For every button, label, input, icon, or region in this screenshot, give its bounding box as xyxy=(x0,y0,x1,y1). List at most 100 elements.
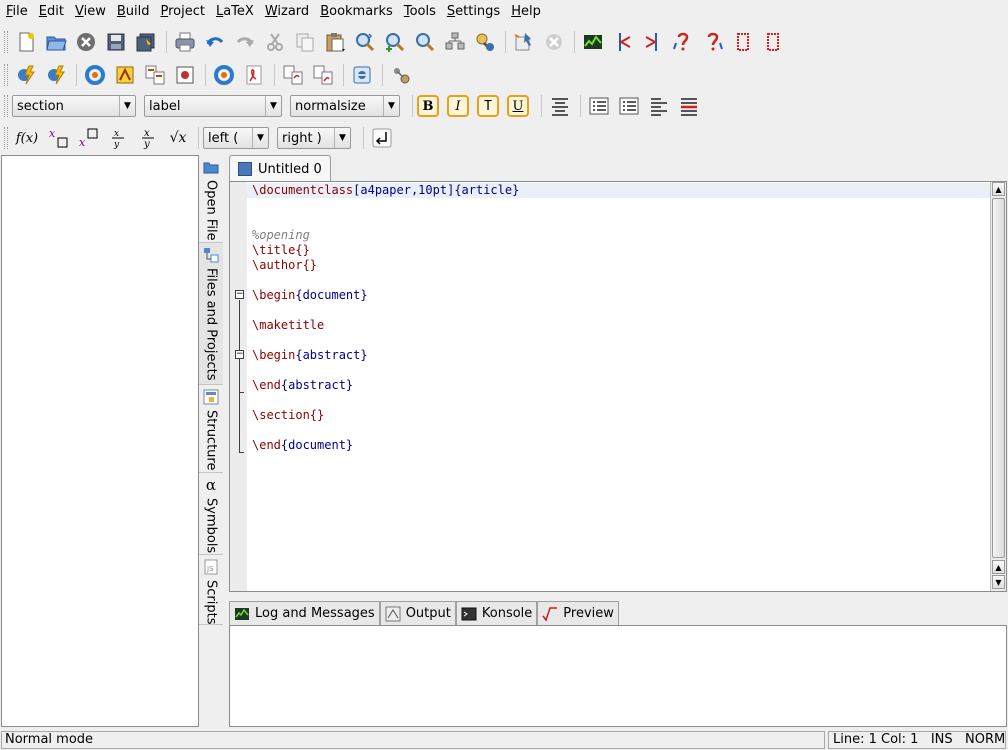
clean-icon[interactable] xyxy=(387,61,415,89)
undo-icon[interactable] xyxy=(201,28,229,56)
view-pdf-icon[interactable] xyxy=(240,61,268,89)
next-warning-icon[interactable] xyxy=(699,28,727,56)
underline-button[interactable]: U xyxy=(507,95,529,117)
replace-icon[interactable] xyxy=(441,28,469,56)
sqrt-button[interactable]: √x xyxy=(164,124,192,152)
right-delimiter-combo[interactable]: right ) ▼ xyxy=(277,127,351,149)
dfrac-icon[interactable]: xy xyxy=(134,124,162,152)
menu-bookmarks[interactable]: Bookmarks xyxy=(316,1,397,23)
menu-help[interactable]: Help xyxy=(507,1,545,23)
menu-build[interactable]: Build xyxy=(113,1,154,23)
find-next-icon[interactable] xyxy=(381,28,409,56)
tab-symbols[interactable]: α Symbols xyxy=(199,473,223,555)
left-delimiter-combo[interactable]: left (▼ xyxy=(203,127,269,149)
subscript-icon[interactable]: x xyxy=(44,124,72,152)
close-file-icon[interactable] xyxy=(72,28,100,56)
tab-open-file[interactable]: Open File xyxy=(199,155,223,243)
find-icon[interactable] xyxy=(351,28,379,56)
function-button[interactable]: f(x) xyxy=(12,124,42,152)
kile-window: File Edit View Build Project LaTeX Wizar… xyxy=(0,0,1008,750)
side-panel[interactable] xyxy=(1,155,199,727)
menu-edit[interactable]: Edit xyxy=(35,1,68,23)
previous-error-icon[interactable] xyxy=(609,28,637,56)
typewriter-button[interactable]: T xyxy=(477,95,499,117)
code-editor[interactable]: − − \documentclass[a4paper,10pt]{article… xyxy=(229,181,1007,592)
bold-button[interactable]: B xyxy=(417,95,439,117)
toolbar-handle[interactable] xyxy=(4,95,8,117)
menu-latex[interactable]: LaTeX xyxy=(212,1,258,23)
newline-icon[interactable] xyxy=(368,124,396,152)
ps-to-pdf-icon[interactable] xyxy=(279,61,307,89)
fraction-icon[interactable]: xy xyxy=(104,124,132,152)
scroll-up-icon[interactable]: ▲ xyxy=(992,560,1005,574)
chevron-down-icon[interactable]: ▼ xyxy=(334,128,350,148)
redo-icon[interactable] xyxy=(231,28,259,56)
fold-toggle-icon[interactable]: − xyxy=(235,290,244,299)
scroll-up-icon[interactable]: ▲ xyxy=(992,182,1005,196)
chevron-down-icon[interactable]: ▼ xyxy=(252,128,268,148)
view-ps-icon[interactable] xyxy=(171,61,199,89)
tab-konsole[interactable]: Konsole xyxy=(455,601,538,625)
dvi-to-png-icon[interactable] xyxy=(309,61,337,89)
open-file-icon[interactable] xyxy=(42,28,70,56)
new-file-icon[interactable] xyxy=(12,28,40,56)
tab-structure[interactable]: Structure xyxy=(199,385,223,473)
forward-search-icon[interactable] xyxy=(348,61,376,89)
print-icon[interactable] xyxy=(171,28,199,56)
menu-tools[interactable]: Tools xyxy=(400,1,440,23)
save-all-icon[interactable] xyxy=(132,28,160,56)
stop-icon[interactable] xyxy=(540,28,568,56)
vertical-scrollbar[interactable]: ▲ ▲ ▼ xyxy=(990,182,1006,591)
dvi-to-pdf-icon[interactable] xyxy=(141,61,169,89)
latex-build-icon[interactable] xyxy=(42,61,70,89)
menu-settings[interactable]: Settings xyxy=(443,1,504,23)
tab-files-and-projects[interactable]: Files and Projects xyxy=(199,243,223,385)
chevron-down-icon[interactable]: ▼ xyxy=(383,96,399,116)
superscript-icon[interactable]: x xyxy=(74,124,102,152)
menu-file[interactable]: File xyxy=(2,1,32,23)
tab-preview[interactable]: Preview xyxy=(537,601,619,625)
menu-view[interactable]: View xyxy=(71,1,110,23)
previous-badbox-icon[interactable] xyxy=(729,28,757,56)
tab-scripts[interactable]: JS Scripts xyxy=(199,555,223,625)
next-badbox-icon[interactable] xyxy=(759,28,787,56)
description-icon[interactable] xyxy=(645,92,673,120)
log-icon[interactable] xyxy=(579,28,607,56)
font-size-combo[interactable]: normalsize ▼ xyxy=(290,95,400,117)
previous-warning-icon[interactable] xyxy=(669,28,697,56)
toolbar-handle[interactable] xyxy=(4,127,8,149)
cut-icon[interactable] xyxy=(261,28,289,56)
chevron-down-icon[interactable]: ▼ xyxy=(265,96,281,116)
scrollbar-thumb[interactable] xyxy=(992,198,1005,558)
label-combo[interactable]: label ▼ xyxy=(144,95,282,117)
log-panel[interactable] xyxy=(229,625,1007,727)
center-align-icon[interactable] xyxy=(546,92,574,120)
section-combo[interactable]: section ▼ xyxy=(12,95,136,117)
pdflatex-icon[interactable] xyxy=(210,61,238,89)
scroll-down-icon[interactable]: ▼ xyxy=(992,575,1005,589)
toolbar-handle[interactable] xyxy=(4,64,8,86)
tab-untitled-0[interactable]: Untitled 0 xyxy=(229,155,331,182)
dvi-to-ps-icon[interactable] xyxy=(111,61,139,89)
item-icon[interactable] xyxy=(675,92,703,120)
quick-build-icon[interactable] xyxy=(12,61,40,89)
next-error-icon[interactable] xyxy=(639,28,667,56)
menu-project[interactable]: Project xyxy=(156,1,209,23)
tab-output[interactable]: Output xyxy=(379,601,456,625)
view-dvi-icon[interactable] xyxy=(81,61,109,89)
build-icon[interactable] xyxy=(510,28,538,56)
toolbar-handle[interactable] xyxy=(4,31,8,53)
paste-icon[interactable] xyxy=(321,28,349,56)
chevron-down-icon[interactable]: ▼ xyxy=(119,96,135,116)
menu-wizard[interactable]: Wizard xyxy=(261,1,313,23)
itemize-icon[interactable] xyxy=(585,92,613,120)
tab-log-and-messages[interactable]: Log and Messages xyxy=(229,601,380,625)
italic-button[interactable]: I xyxy=(447,95,469,117)
enumerate-icon[interactable] xyxy=(615,92,643,120)
save-icon[interactable] xyxy=(102,28,130,56)
latex-command: \end xyxy=(252,438,281,452)
copy-icon[interactable] xyxy=(291,28,319,56)
fold-toggle-icon[interactable]: − xyxy=(235,350,244,359)
find-in-files-icon[interactable] xyxy=(411,28,439,56)
spellcheck-icon[interactable] xyxy=(471,28,499,56)
